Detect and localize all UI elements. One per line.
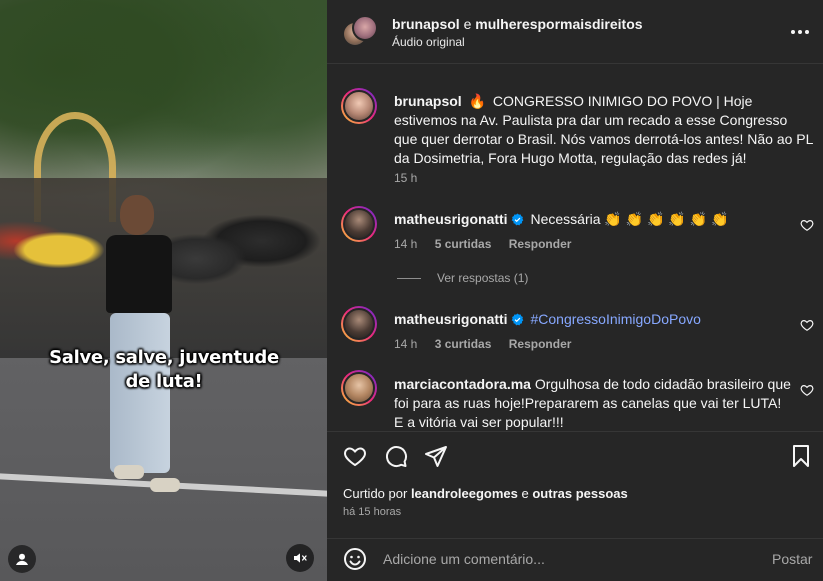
post-caption: brunapsol 🔥 CONGRESSO INIMIGO DO POVO | … xyxy=(394,92,814,168)
speaker-shoe xyxy=(114,465,144,479)
verified-badge-icon xyxy=(511,213,523,226)
caption-username[interactable]: brunapsol xyxy=(394,93,462,109)
comment-time[interactable]: 14 h xyxy=(394,237,417,251)
like-comment-heart-icon[interactable] xyxy=(800,318,814,332)
avatar[interactable] xyxy=(341,206,377,242)
avatar[interactable] xyxy=(341,306,377,342)
post-comment-button[interactable]: Postar xyxy=(772,551,812,567)
video-caption: Salve, salve, juventude de luta! xyxy=(49,347,279,392)
authors-joiner: e xyxy=(463,16,472,32)
more-options-icon[interactable] xyxy=(789,22,811,42)
speaker-body xyxy=(106,235,172,313)
liked-by-user[interactable]: leandroleegomes xyxy=(411,486,518,501)
view-replies[interactable]: Ver respostas (1) xyxy=(397,271,528,285)
emoji-smiley-icon[interactable] xyxy=(343,547,367,571)
comment-bubble-icon[interactable] xyxy=(384,444,408,468)
comment-input[interactable] xyxy=(383,547,753,571)
post-authors: brunapsol e mulherespormaisdireitos xyxy=(392,15,643,33)
post-time-ago[interactable]: há 15 horas xyxy=(343,505,401,519)
like-comment-heart-icon[interactable] xyxy=(800,383,814,397)
liked-by-others[interactable]: outras pessoas xyxy=(532,486,627,501)
comment-meta: 14 h 5 curtidas Responder xyxy=(394,236,585,252)
author-username[interactable]: brunapsol xyxy=(392,16,460,32)
view-replies-label[interactable]: Ver respostas (1) xyxy=(437,271,528,285)
post-actions: Curtido por leandroleegomes e outras pes… xyxy=(327,431,823,531)
verified-badge-icon xyxy=(511,313,523,326)
speaker-head xyxy=(120,195,154,235)
hashtag-link[interactable]: #CongressoInimigoDoPovo xyxy=(530,311,700,327)
like-heart-icon[interactable] xyxy=(343,444,367,468)
avatar[interactable] xyxy=(341,88,377,124)
caption-meta: 15 h xyxy=(394,170,431,186)
post-video[interactable]: Salve, salve, juventude de luta! xyxy=(0,0,327,581)
original-audio-link[interactable]: Áudio original xyxy=(392,34,465,50)
liked-by: Curtido por leandroleegomes e outras pes… xyxy=(343,485,628,503)
liked-by-and: e xyxy=(521,486,529,501)
coauthor-username[interactable]: mulherespormaisdireitos xyxy=(475,16,642,32)
post-panel: brunapsol e mulherespormaisdireitos Áudi… xyxy=(327,0,823,581)
avatar xyxy=(352,15,378,41)
reply-button[interactable]: Responder xyxy=(509,337,572,351)
comment-2: matheusrigonatti #CongressoInimigoDoPovo xyxy=(394,310,784,329)
speaker-shoe xyxy=(150,478,180,492)
liked-by-prefix: Curtido por xyxy=(343,486,408,501)
comment-username[interactable]: matheusrigonatti xyxy=(394,211,508,227)
comment-text: Necessária 👏 👏 👏 👏 👏 👏 xyxy=(530,211,729,227)
comment-meta: 14 h 3 curtidas Responder xyxy=(394,336,585,352)
comment-username[interactable]: marciacontadora.ma xyxy=(394,376,531,392)
fire-emoji: 🔥 xyxy=(468,93,486,109)
author-avatars[interactable] xyxy=(342,15,378,49)
save-bookmark-icon[interactable] xyxy=(789,444,813,468)
add-comment-bar: Postar xyxy=(327,538,823,581)
comment-likes[interactable]: 5 curtidas xyxy=(435,237,492,251)
speaker-muted-icon[interactable] xyxy=(286,544,314,572)
replies-divider xyxy=(397,277,421,279)
comment-3: marciacontadora.ma Orgulhosa de todo cid… xyxy=(394,375,794,431)
comment-time[interactable]: 14 h xyxy=(394,337,417,351)
caption-time[interactable]: 15 h xyxy=(394,171,417,185)
user-circle-icon[interactable] xyxy=(8,545,36,573)
reply-button[interactable]: Responder xyxy=(509,237,572,251)
avatar[interactable] xyxy=(341,370,377,406)
comment-username[interactable]: matheusrigonatti xyxy=(394,311,508,327)
like-comment-heart-icon[interactable] xyxy=(800,218,814,232)
post-header: brunapsol e mulherespormaisdireitos Áudi… xyxy=(327,0,823,64)
instagram-post-viewer: Salve, salve, juventude de luta! brunaps… xyxy=(0,0,823,581)
comments-list[interactable]: brunapsol 🔥 CONGRESSO INIMIGO DO POVO | … xyxy=(327,65,823,431)
share-paper-plane-icon[interactable] xyxy=(424,444,448,468)
comment-likes[interactable]: 3 curtidas xyxy=(435,337,492,351)
comment-1: matheusrigonatti Necessária 👏 👏 👏 👏 👏 👏 xyxy=(394,210,784,229)
